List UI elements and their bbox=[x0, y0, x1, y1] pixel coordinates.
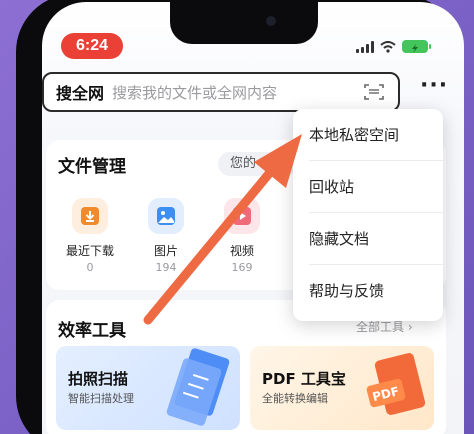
annotation-arrow-icon bbox=[143, 134, 302, 325]
